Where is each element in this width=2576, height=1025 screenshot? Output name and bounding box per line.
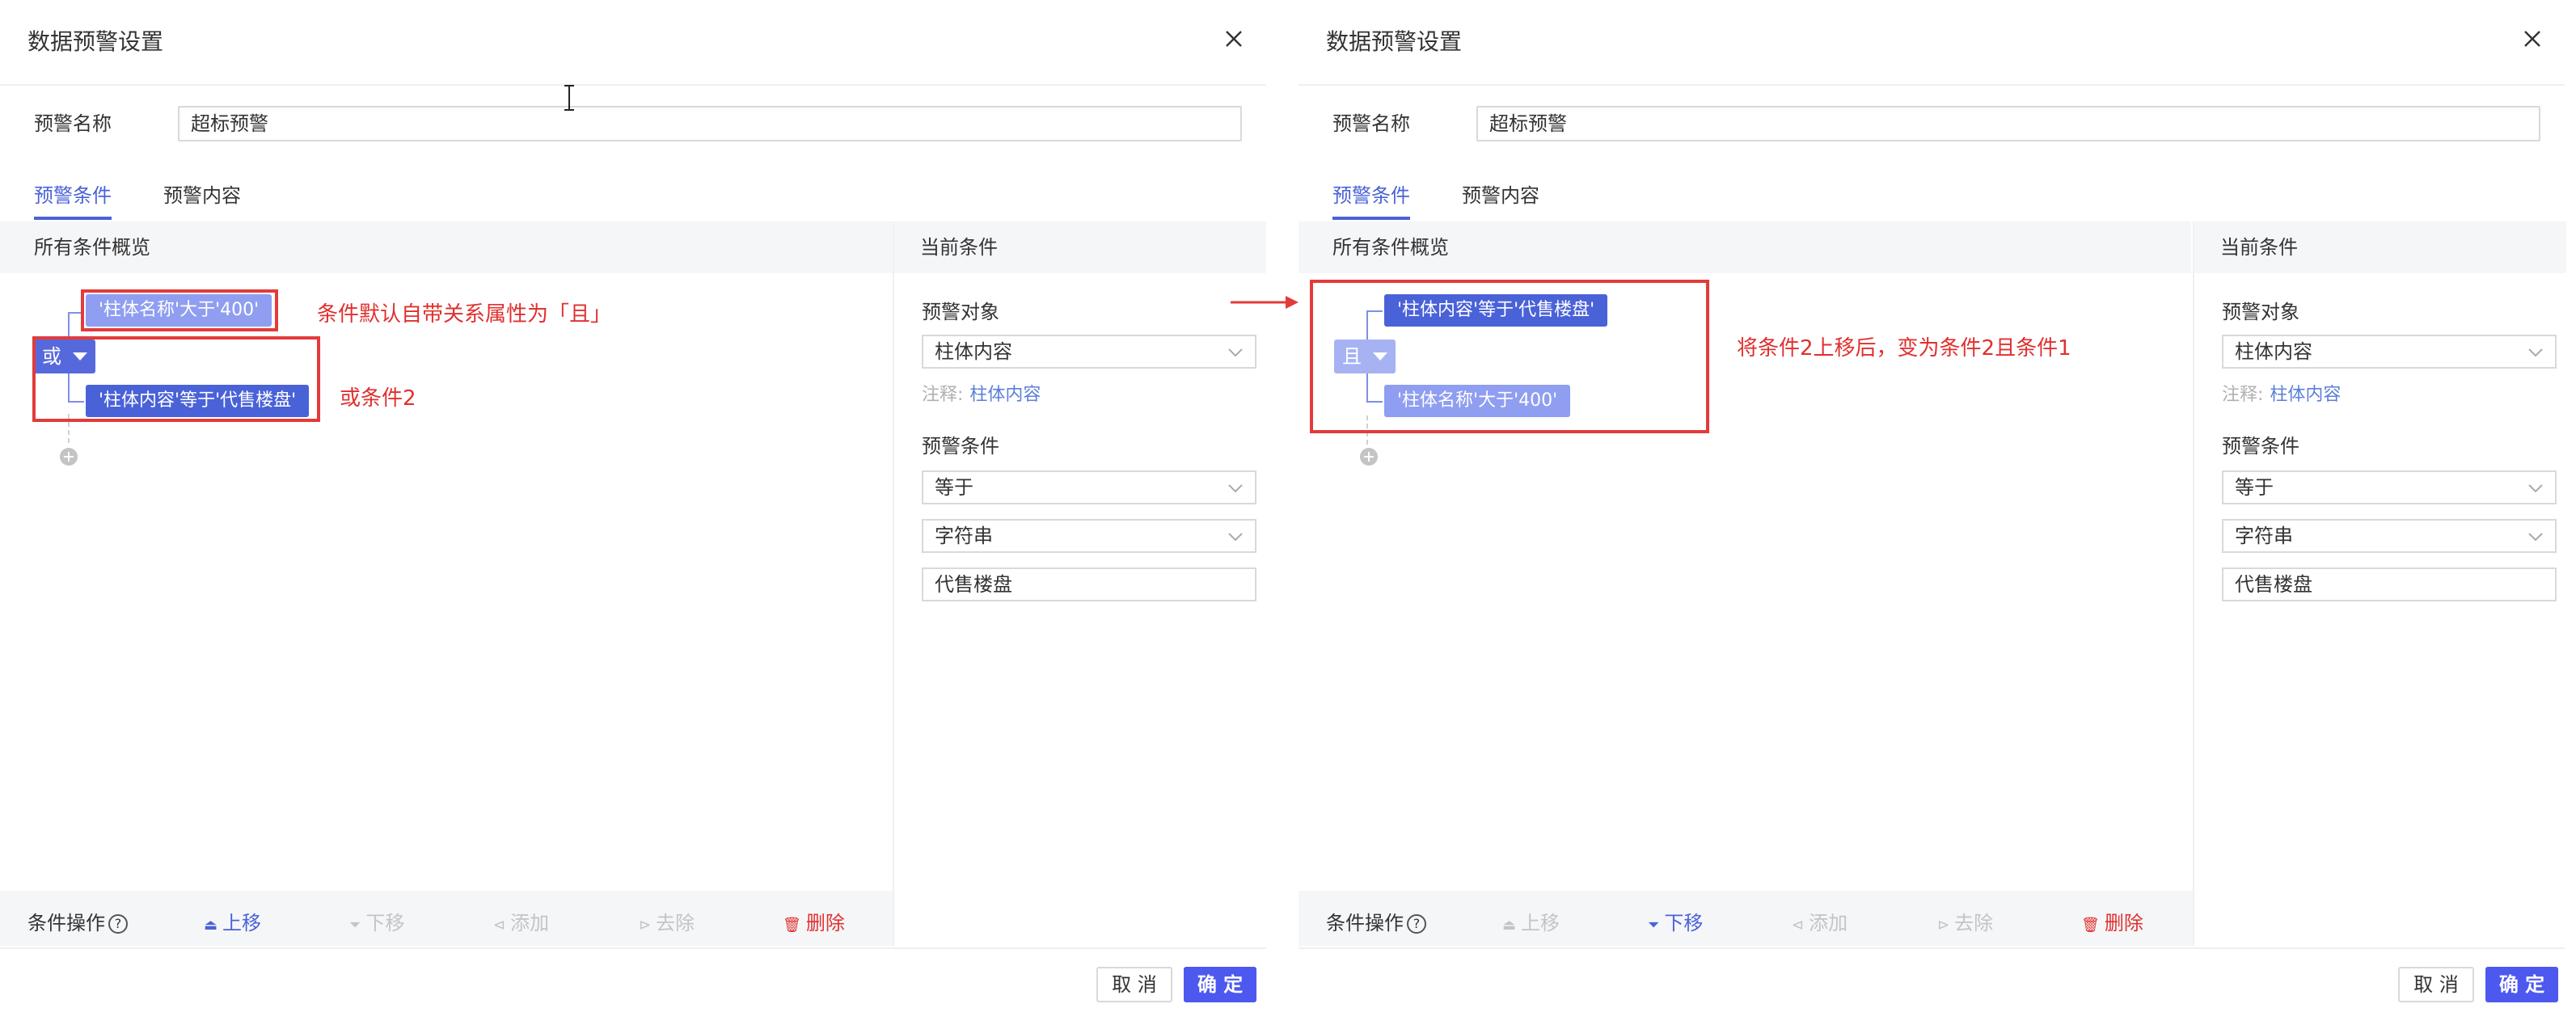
panel-divider [893,221,894,946]
highlight-box-condition-2 [32,336,320,422]
dialog-title: 数据预警设置 [27,28,164,55]
active-tab-indicator [1332,217,1410,220]
alert-settings-dialog-after: 数据预警设置 预警名称 超标预警 预警条件 预警内容 所有条件概览 当前条件 '… [1299,0,2566,1025]
confirm-button[interactable]: 确 定 [2485,967,2558,1002]
text-cursor-icon [564,85,574,111]
overview-header: 所有条件概览 [1299,221,2191,273]
move-up-icon: ⏏ [1502,917,1517,934]
alert-name-input[interactable]: 超标预警 [1476,106,2540,141]
chevron-down-icon [1228,484,1243,493]
condition-value-input[interactable]: 代售楼盘 [922,567,1256,601]
remove-icon: ⊳ [639,917,652,934]
target-value: 柱体内容 [2235,340,2312,363]
move-down-button[interactable]: ⏷ 下移 [349,907,404,935]
operator-select[interactable]: 等于 [2222,470,2557,504]
move-up-button[interactable]: ⏏ 上移 [204,907,261,935]
trash-icon: 🗑 [783,917,801,934]
trash-icon: 🗑 [2081,917,2100,934]
add-icon: ⊲ [1792,917,1805,934]
dialog-footer [0,947,1266,1025]
chevron-down-icon [2528,533,2543,542]
operator-value: 等于 [935,476,973,499]
target-note: 注释: 柱体内容 [922,380,1041,406]
highlight-box-conditions [1310,280,1709,433]
remove-button[interactable]: ⊳ 去除 [639,907,695,935]
add-icon: ⊲ [493,917,506,934]
overview-header: 所有条件概览 [0,221,893,273]
note-value: 柱体内容 [969,385,1041,405]
current-condition-header: 当前条件 [894,221,1266,273]
note-prefix: 注释: [2222,385,2264,405]
type-select[interactable]: 字符串 [922,519,1256,553]
target-value: 柱体内容 [935,340,1012,363]
add-button[interactable]: ⊲ 添加 [493,907,549,935]
type-value: 字符串 [935,525,993,547]
tab-alert-conditions[interactable]: 预警条件 [34,179,112,208]
delete-button[interactable]: 🗑 删除 [2081,907,2143,935]
operator-select[interactable]: 等于 [922,470,1256,504]
move-up-button[interactable]: ⏏ 上移 [1502,907,1560,935]
tab-alert-content[interactable]: 预警内容 [163,179,241,208]
target-label: 预警对象 [922,301,999,323]
highlight-box-condition-1 [81,289,278,331]
move-down-icon: ⏷ [1648,917,1660,934]
alert-name-label: 预警名称 [1332,112,1410,135]
cancel-button[interactable]: 取 消 [1096,967,1172,1002]
target-label: 预警对象 [2222,301,2299,323]
operations-label: 条件操作? [27,907,128,935]
close-icon[interactable] [1219,24,1248,53]
annotation-or-condition: 或条件2 [340,386,416,411]
chevron-down-icon [1228,348,1243,357]
move-up-icon: ⏏ [204,917,218,934]
remove-icon: ⊳ [1937,917,1950,934]
note-value: 柱体内容 [2270,385,2342,405]
target-select[interactable]: 柱体内容 [2222,335,2557,369]
operator-value: 等于 [2235,476,2274,499]
target-note: 注释: 柱体内容 [2222,380,2341,406]
chevron-down-icon [1228,533,1243,542]
close-icon[interactable] [2518,24,2547,53]
add-condition-icon[interactable] [1360,448,1378,466]
dialog-header: 数据预警设置 [0,0,1266,86]
help-icon[interactable]: ? [1407,914,1426,934]
add-condition-icon[interactable] [60,448,78,466]
transition-arrow-icon [1231,296,1299,309]
dialog-title: 数据预警设置 [1326,28,1463,55]
annotation-default-relation: 条件默认自带关系属性为「且」 [317,302,612,327]
condition-label: 预警条件 [2222,435,2299,458]
tab-alert-content[interactable]: 预警内容 [1462,179,1539,208]
panel-divider [2193,221,2194,946]
move-down-button[interactable]: ⏷ 下移 [1648,907,1703,935]
annotation-move-up: 将条件2上移后，变为条件2且条件1 [1737,336,2071,361]
condition-label: 预警条件 [922,435,999,458]
add-button[interactable]: ⊲ 添加 [1792,907,1848,935]
dialog-footer [1299,947,2565,1025]
operations-label: 条件操作? [1326,907,1426,935]
condition-operations-bar: 条件操作? ⏏ 上移 ⏷ 下移 ⊲ 添加 ⊳ 去除 🗑 删除 [1299,891,2193,946]
type-select[interactable]: 字符串 [2222,519,2557,553]
note-prefix: 注释: [922,385,964,405]
condition-value-input[interactable]: 代售楼盘 [2222,567,2557,601]
remove-button[interactable]: ⊳ 去除 [1937,907,1993,935]
move-down-icon: ⏷ [349,917,361,934]
alert-name-input[interactable]: 超标预警 [178,106,1242,141]
chevron-down-icon [2528,348,2543,357]
confirm-button[interactable]: 确 定 [1184,967,1256,1002]
chevron-down-icon [2528,484,2543,493]
cancel-button[interactable]: 取 消 [2398,967,2474,1002]
tab-alert-conditions[interactable]: 预警条件 [1332,179,1410,208]
active-tab-indicator [34,217,112,220]
alert-settings-dialog-before: 数据预警设置 预警名称 超标预警 预警条件 预警内容 所有条件概览 当前条件 '… [0,0,1266,1023]
delete-button[interactable]: 🗑 删除 [783,907,845,935]
condition-operations-bar: 条件操作? ⏏ 上移 ⏷ 下移 ⊲ 添加 ⊳ 去除 🗑 删除 [0,891,893,946]
alert-name-label: 预警名称 [34,112,112,135]
help-icon[interactable]: ? [108,914,128,934]
current-condition-header: 当前条件 [2194,221,2566,273]
target-select[interactable]: 柱体内容 [922,335,1256,369]
type-value: 字符串 [2235,525,2293,547]
dialog-header: 数据预警设置 [1299,0,2565,86]
